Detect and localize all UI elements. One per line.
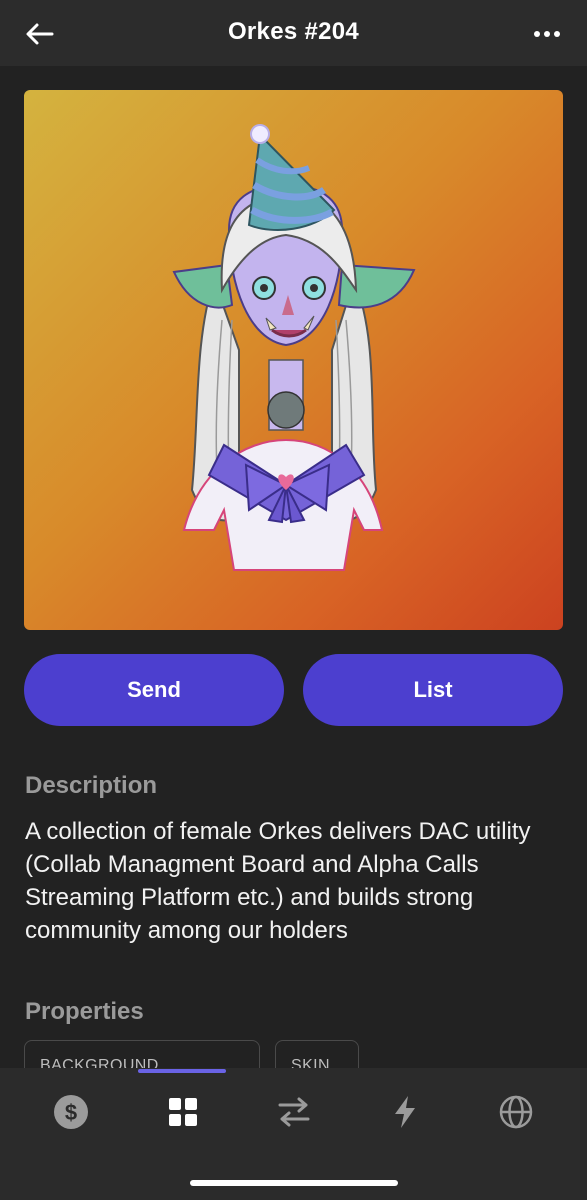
nft-artwork-image[interactable] — [24, 90, 563, 630]
tab-explore[interactable] — [488, 1088, 544, 1136]
tab-collectibles[interactable] — [155, 1088, 211, 1136]
action-buttons: Send List — [24, 654, 563, 726]
properties-heading: Properties — [25, 998, 144, 1025]
swap-icon — [278, 1097, 310, 1127]
list-button[interactable]: List — [303, 654, 563, 726]
description-heading: Description — [25, 772, 158, 799]
page-title: Orkes #204 — [227, 18, 360, 45]
tab-wallet[interactable]: $ — [43, 1088, 99, 1136]
globe-icon — [499, 1095, 533, 1129]
send-button[interactable]: Send — [24, 654, 284, 726]
lightning-icon — [395, 1096, 415, 1128]
grid-icon — [169, 1098, 197, 1126]
dollar-icon: $ — [54, 1095, 88, 1129]
svg-text:$: $ — [65, 1100, 77, 1125]
home-indicator — [190, 1180, 398, 1186]
top-nav-bar: Orkes #204 — [0, 0, 587, 66]
tab-activity[interactable] — [377, 1088, 433, 1136]
more-horizontal-icon — [534, 31, 560, 37]
more-options-button[interactable] — [525, 14, 569, 54]
active-tab-indicator — [138, 1069, 226, 1073]
tab-swap[interactable] — [266, 1088, 322, 1136]
description-text: A collection of female Orkes delivers DA… — [25, 818, 531, 944]
